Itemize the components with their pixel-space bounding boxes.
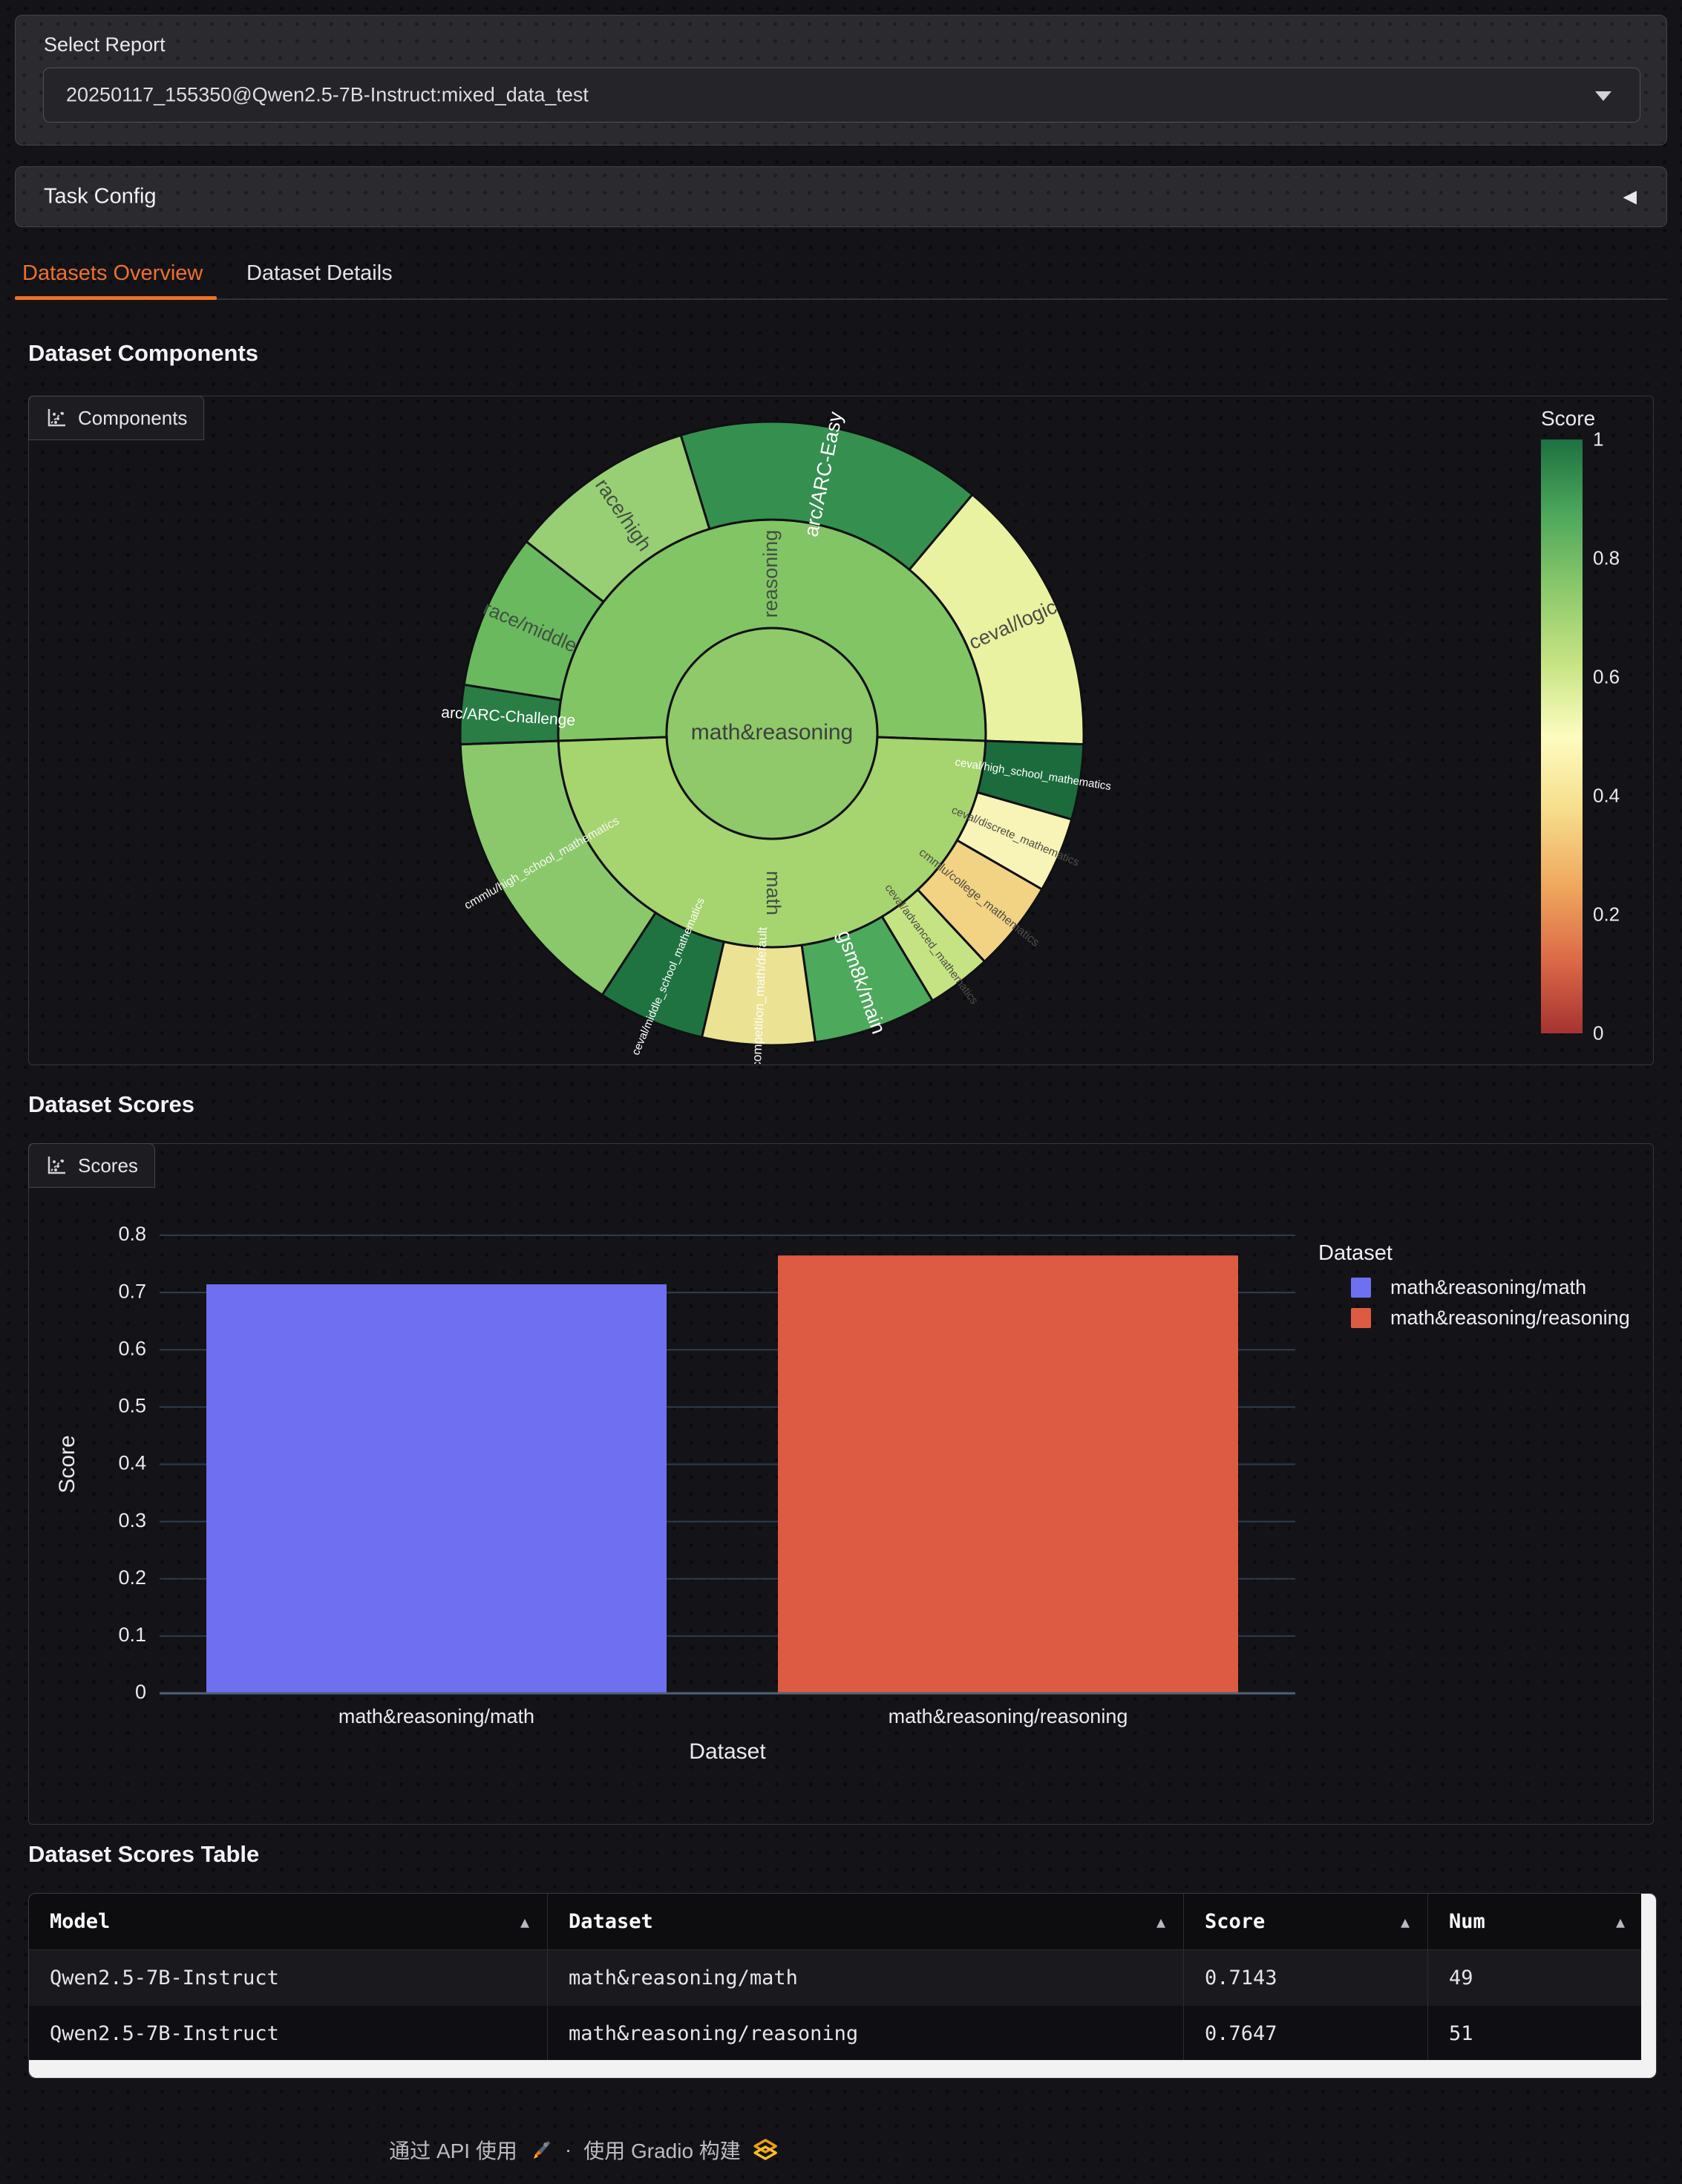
table-horizontal-scrollbar[interactable]: [29, 2060, 1643, 2078]
scores-plot-tab-label: Scores: [78, 1154, 138, 1177]
bar-math&reasoning/math[interactable]: [206, 1284, 667, 1693]
chart-icon: [45, 407, 68, 429]
legend-label: math&reasoning/reasoning: [1390, 1307, 1630, 1330]
y-tick-label: 0.2: [118, 1566, 146, 1589]
legend-swatch: [1351, 1278, 1371, 1298]
sort-icon[interactable]: ▲: [1401, 1913, 1410, 1931]
table-cell: 0.7647: [1184, 2006, 1428, 2062]
rocket-icon: [529, 2138, 553, 2162]
gradio-footer: 通过 API 使用 · 使用 Gradio 构建: [389, 2135, 778, 2165]
column-header-model[interactable]: Model▲: [29, 1894, 548, 1949]
legend-swatch: [1351, 1308, 1371, 1328]
tabbar-divider: [15, 298, 1667, 300]
column-header-score[interactable]: Score▲: [1184, 1894, 1428, 1949]
column-header-dataset[interactable]: Dataset▲: [548, 1894, 1184, 1949]
legend-label: math&reasoning/math: [1390, 1276, 1586, 1299]
select-report-label: Select Report: [44, 33, 166, 56]
table-header-row: Model▲Dataset▲Score▲Num▲: [29, 1894, 1643, 1950]
table-row[interactable]: Qwen2.5-7B-Instructmath&reasoning/reason…: [29, 2006, 1643, 2062]
y-tick-label: 0.3: [118, 1509, 146, 1531]
active-tab-underline: [15, 296, 217, 300]
table-cell: Qwen2.5-7B-Instruct: [29, 1950, 548, 2006]
built-with-gradio-link[interactable]: 使用 Gradio 构建: [583, 2135, 741, 2165]
scores-heading: Dataset Scores: [28, 1091, 194, 1118]
select-report-panel: Select Report 20250117_155350@Qwen2.5-7B…: [15, 15, 1667, 146]
y-tick-label: 0.5: [118, 1395, 146, 1417]
table-cell: 51: [1428, 2006, 1643, 2062]
x-tick-label: math&reasoning/math: [338, 1705, 534, 1727]
tab-dataset-details[interactable]: Dataset Details: [246, 261, 393, 286]
sort-icon[interactable]: ▲: [520, 1913, 529, 1931]
table-cell: 49: [1428, 1950, 1643, 2006]
components-heading: Dataset Components: [28, 340, 258, 367]
gradio-logo-icon: [753, 2138, 778, 2162]
table-vertical-scrollbar[interactable]: [1641, 1894, 1656, 2078]
table-cell: math&reasoning/reasoning: [548, 2006, 1184, 2062]
sunburst-label: math: [762, 871, 785, 915]
table-cell: Qwen2.5-7B-Instruct: [29, 2006, 548, 2062]
table-cell: math&reasoning/math: [548, 1950, 1184, 2006]
y-tick-label: 0.8: [118, 1223, 146, 1245]
table-heading: Dataset Scores Table: [28, 1841, 259, 1868]
bar-math&reasoning/reasoning[interactable]: [778, 1255, 1238, 1693]
components-plot-tab-label: Components: [78, 407, 187, 430]
tab-datasets-overview[interactable]: Datasets Overview: [22, 261, 203, 286]
bar-chart-legend: Dataset math&reasoning/math math&reasonin…: [1318, 1241, 1630, 1337]
y-tick-label: 0.6: [118, 1337, 146, 1359]
y-tick-label: 0.4: [118, 1452, 146, 1474]
y-axis-title: Score: [55, 1435, 79, 1493]
legend-item[interactable]: math&reasoning/reasoning: [1351, 1307, 1630, 1330]
task-config-label: Task Config: [44, 185, 157, 209]
column-header-num[interactable]: Num▲: [1428, 1894, 1643, 1949]
scores-plot-tab[interactable]: Scores: [28, 1143, 155, 1188]
accordion-collapse-icon[interactable]: ◀: [1623, 186, 1637, 208]
y-tick-label: 0.1: [118, 1624, 146, 1646]
table-row[interactable]: Qwen2.5-7B-Instructmath&reasoning/math0.…: [29, 1950, 1643, 2006]
x-tick-label: math&reasoning/reasoning: [889, 1705, 1128, 1727]
y-tick-label: 0.7: [118, 1280, 146, 1302]
scores-table: Model▲Dataset▲Score▲Num▲Qwen2.5-7B-Instr…: [28, 1893, 1657, 2079]
sunburst-label: math&reasoning: [691, 720, 853, 745]
table-cell: 0.7143: [1184, 1950, 1428, 2006]
report-dropdown-value: 20250117_155350@Qwen2.5-7B-Instruct:mixe…: [66, 84, 589, 107]
task-config-accordion[interactable]: Task Config ◀: [15, 166, 1667, 227]
sunburst-chart[interactable]: math&reasoningreasoningmatharc/ARC-Easyc…: [28, 397, 1654, 1064]
y-tick-label: 0: [135, 1681, 146, 1703]
footer-separator: ·: [565, 2138, 572, 2162]
use-via-api-link[interactable]: 通过 API 使用: [389, 2135, 517, 2165]
report-dropdown[interactable]: 20250117_155350@Qwen2.5-7B-Instruct:mixe…: [43, 68, 1640, 122]
x-axis-title: Dataset: [689, 1739, 766, 1764]
sunburst-label: reasoning: [759, 530, 782, 618]
components-plot-tab[interactable]: Components: [28, 396, 204, 440]
chart-icon: [45, 1154, 68, 1177]
evalscope-report-page: Select Report 20250117_155350@Qwen2.5-7B…: [0, 0, 1682, 2184]
legend-title: Dataset: [1318, 1241, 1630, 1266]
sort-icon[interactable]: ▲: [1616, 1913, 1625, 1931]
legend-item[interactable]: math&reasoning/math: [1351, 1276, 1630, 1299]
sort-icon[interactable]: ▲: [1156, 1913, 1165, 1931]
dropdown-caret-icon[interactable]: [1595, 91, 1611, 101]
